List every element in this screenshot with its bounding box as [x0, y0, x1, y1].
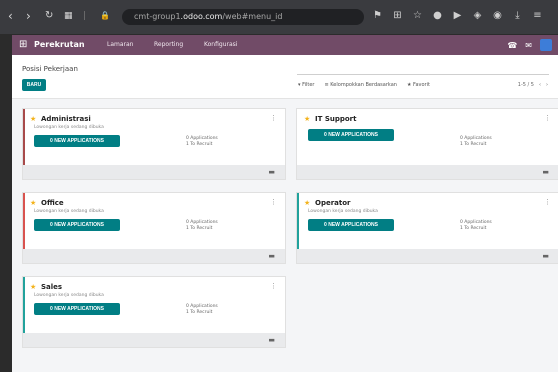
job-card-operator[interactable]: ★ Operator ⋮ Lowongan kerja sedang dibuk…: [296, 192, 558, 264]
job-card-administrasi[interactable]: ★ Administrasi ⋮ Lowongan kerja sedang d…: [22, 108, 286, 180]
tabs-icon[interactable]: ▦: [64, 8, 73, 24]
search-filters: ▾ Filter ≡ Kelompokkan Berdasarkan ★ Fav…: [298, 82, 430, 88]
activity-icon[interactable]: ▬: [542, 168, 549, 176]
new-applications-button[interactable]: 0 NEW APPLICATIONS: [34, 135, 120, 147]
favorite-star-icon[interactable]: ★: [304, 199, 310, 207]
to-recruit-count: 1 To Recruit: [186, 142, 213, 147]
separator: |: [83, 11, 87, 21]
job-card-it-support[interactable]: ★ IT Support ⋮ 0 NEW APPLICATIONS 0 Appl…: [296, 108, 558, 180]
menu-item-lamaran[interactable]: Lamaran: [107, 41, 134, 48]
favorite-star-icon[interactable]: ★: [30, 199, 36, 207]
menu-icon[interactable]: ≡: [532, 10, 543, 21]
new-applications-button[interactable]: 0 NEW APPLICATIONS: [34, 219, 120, 231]
activity-icon[interactable]: ▬: [542, 252, 549, 260]
pager-value[interactable]: 1-5 / 5: [518, 82, 534, 88]
job-stats: 0 Applications 1 To Recruit: [460, 136, 492, 148]
job-subtitle: Lowongan kerja sedang dibuka: [34, 293, 104, 298]
favorite-star-icon[interactable]: ★: [30, 115, 36, 123]
menu-item-konfigurasi[interactable]: Konfigurasi: [204, 41, 237, 48]
job-stats: 0 Applications 1 To Recruit: [460, 220, 492, 232]
back-icon[interactable]: ‹: [8, 8, 13, 24]
kebab-menu-icon[interactable]: ⋮: [270, 114, 277, 122]
browser-toolbar: ‹ › ↻ ▦ | 🔒 cmt-group1.odoo.com/web#menu…: [0, 0, 558, 34]
card-footer: ▬: [297, 165, 558, 179]
chat-icon[interactable]: ✉: [525, 41, 532, 50]
play-icon[interactable]: ▶: [452, 10, 463, 21]
avatar[interactable]: [540, 39, 552, 51]
to-recruit-count: 1 To Recruit: [186, 226, 213, 231]
pager-prev-icon[interactable]: ‹: [539, 82, 541, 88]
pager-next-icon[interactable]: ›: [546, 82, 548, 88]
reload-icon[interactable]: ↻: [45, 8, 53, 24]
apps-menu-icon[interactable]: ⊞: [19, 39, 27, 51]
to-recruit-count: 1 To Recruit: [186, 310, 213, 315]
account-icon[interactable]: ◉: [492, 10, 503, 21]
job-subtitle: Lowongan kerja sedang dibuka: [34, 125, 104, 130]
job-title[interactable]: Office: [41, 199, 64, 207]
filter-button[interactable]: ▾ Filter: [298, 82, 315, 88]
new-applications-button[interactable]: 0 NEW APPLICATIONS: [34, 303, 120, 315]
breadcrumb: Posisi Pekerjaan: [22, 65, 78, 73]
job-stats: 0 Applications 1 To Recruit: [186, 304, 218, 316]
translate-icon[interactable]: ⚑: [372, 10, 383, 21]
address-bar[interactable]: cmt-group1.odoo.com/web#menu_id: [122, 9, 364, 25]
favorite-star-icon[interactable]: ★: [30, 283, 36, 291]
app-name[interactable]: Perekrutan: [34, 40, 85, 49]
job-card-office[interactable]: ★ Office ⋮ Lowongan kerja sedang dibuka …: [22, 192, 286, 264]
control-panel: Posisi Pekerjaan BARU ▾ Filter ≡ Kelompo…: [12, 55, 558, 99]
kebab-menu-icon[interactable]: ⋮: [544, 114, 551, 122]
job-title[interactable]: Sales: [41, 283, 62, 291]
card-footer: ▬: [23, 333, 285, 347]
new-applications-button[interactable]: 0 NEW APPLICATIONS: [308, 129, 394, 141]
new-applications-button[interactable]: 0 NEW APPLICATIONS: [308, 219, 394, 231]
browser-extension-icons: ⚑ ⊞ ☆ ● ▶ ◈ ◉ ⤓ ≡: [372, 10, 543, 21]
card-footer: ▬: [297, 249, 558, 263]
job-subtitle: Lowongan kerja sedang dibuka: [308, 209, 378, 214]
activity-icon[interactable]: ☎: [507, 41, 517, 50]
apps-grid-icon[interactable]: ⊞: [392, 10, 403, 21]
activity-icon[interactable]: ▬: [268, 252, 275, 260]
job-stats: 0 Applications 1 To Recruit: [186, 220, 218, 232]
favorites-button[interactable]: ★ Favorit: [407, 82, 430, 88]
card-footer: ▬: [23, 249, 285, 263]
job-title[interactable]: IT Support: [315, 115, 356, 123]
main-content: Posisi Pekerjaan BARU ▾ Filter ≡ Kelompo…: [12, 55, 558, 372]
job-title[interactable]: Administrasi: [41, 115, 91, 123]
kebab-menu-icon[interactable]: ⋮: [270, 198, 277, 206]
extension-icon[interactable]: ◈: [472, 10, 483, 21]
job-stats: 0 Applications 1 To Recruit: [186, 136, 218, 148]
activity-icon[interactable]: ▬: [268, 168, 275, 176]
to-recruit-count: 1 To Recruit: [460, 226, 487, 231]
job-subtitle: Lowongan kerja sedang dibuka: [34, 209, 104, 214]
job-title[interactable]: Operator: [315, 199, 351, 207]
card-footer: ▬: [23, 165, 285, 179]
activity-icon[interactable]: ▬: [268, 336, 275, 344]
job-card-sales[interactable]: ★ Sales ⋮ Lowongan kerja sedang dibuka 0…: [22, 276, 286, 348]
download-icon[interactable]: ⤓: [512, 10, 523, 21]
group-by-button[interactable]: ≡ Kelompokkan Berdasarkan: [325, 82, 397, 88]
forward-icon[interactable]: ›: [26, 8, 31, 24]
bookmark-icon[interactable]: ☆: [412, 10, 423, 21]
lock-icon[interactable]: 🔒: [100, 8, 110, 24]
record-icon[interactable]: ●: [432, 10, 443, 21]
kebab-menu-icon[interactable]: ⋮: [270, 282, 277, 290]
menu-item-reporting[interactable]: Reporting: [154, 41, 183, 48]
search-input[interactable]: [297, 64, 549, 75]
new-button[interactable]: BARU: [22, 79, 46, 91]
to-recruit-count: 1 To Recruit: [460, 142, 487, 147]
pager: 1-5 / 5 ‹ ›: [518, 82, 548, 88]
app-navbar: ⊞ Perekrutan Lamaran Reporting Konfigura…: [12, 35, 558, 55]
kebab-menu-icon[interactable]: ⋮: [544, 198, 551, 206]
favorite-star-icon[interactable]: ★: [304, 115, 310, 123]
